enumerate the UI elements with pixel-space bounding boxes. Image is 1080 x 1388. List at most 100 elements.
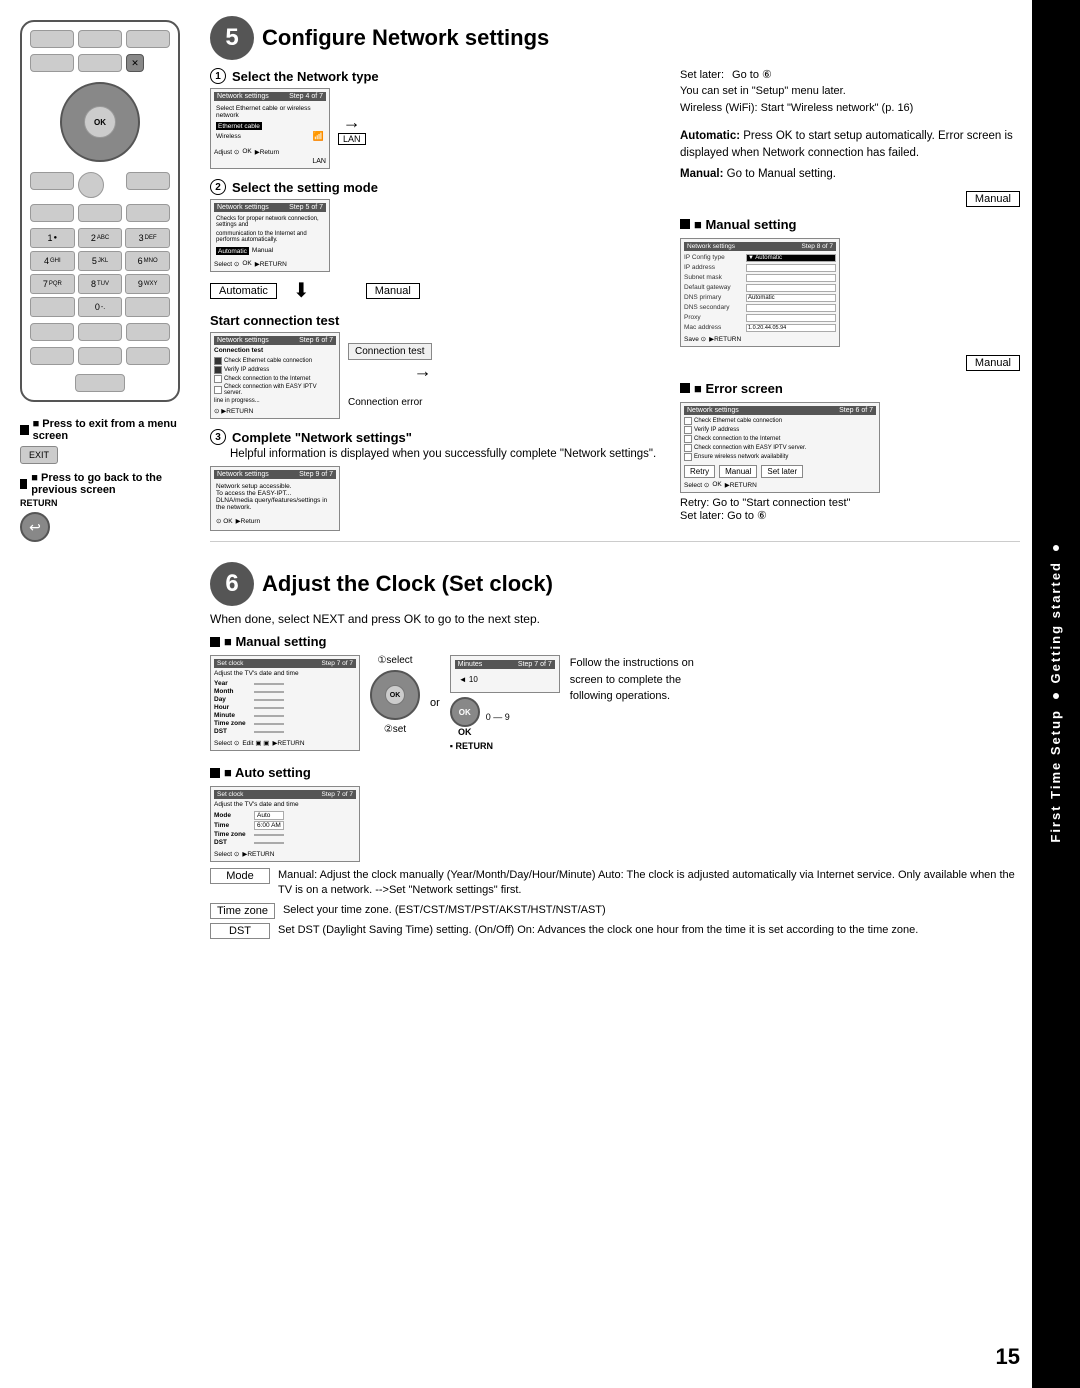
page-number: 15 [996, 1344, 1020, 1370]
test-check-2-label: Verify IP address [224, 367, 269, 373]
remote-return-btn[interactable] [78, 172, 104, 198]
complete-screen-wrap: Network settings Step 9 of 7 Network set… [210, 466, 666, 531]
test-return: ⊙ ▶RETURN [214, 407, 253, 415]
clock-desc: When done, select NEXT and press OK to g… [210, 612, 1020, 626]
remote-btn-1[interactable] [30, 30, 74, 48]
net-type-footer-ok: OK [242, 148, 251, 156]
exit-block: ■ Press to exit from a menu screen EXIT … [20, 418, 190, 542]
remote-b5[interactable] [78, 347, 122, 365]
exit-button[interactable]: EXIT [20, 446, 58, 464]
retry-btn[interactable]: Retry [684, 465, 715, 478]
clock-screen: Set clock Step 7 of 7 Adjust the TV's da… [210, 655, 360, 751]
clock-screen-header: Set clock Step 7 of 7 [214, 659, 356, 668]
fval-mac: 1.0.20.44.05.94 [746, 324, 836, 332]
num-blank-left[interactable] [30, 297, 75, 317]
remote-b3[interactable] [126, 323, 170, 341]
remote-b1[interactable] [30, 323, 74, 341]
num-5[interactable]: 5JKL [78, 251, 123, 271]
return-label: RETURN [20, 498, 190, 508]
manual-top-label: Manual [680, 191, 1020, 207]
remote-b6[interactable] [126, 347, 170, 365]
info-row-mode: Mode Manual: Adjust the clock manually (… [210, 868, 1020, 899]
check-icon-3 [214, 375, 222, 383]
fkey-1: IP Config type [684, 254, 744, 262]
remote-btn-4[interactable] [30, 54, 74, 72]
num-9[interactable]: 9WXY [125, 274, 170, 294]
remote-r3b2[interactable] [78, 204, 122, 222]
manual-error-label: Manual [680, 355, 1020, 371]
auto-header: Set clock Step 7 of 7 [214, 790, 356, 799]
remote-mid-row1 [30, 172, 170, 198]
auto-select: Select ⊙ [214, 850, 239, 858]
clock-year-row: Year [214, 680, 356, 687]
fkey-3: Subnet mask [684, 274, 744, 282]
remote-b2[interactable] [78, 323, 122, 341]
step5-right: Set later: Go to ⑥ You can set in "Setup… [680, 68, 1020, 522]
error-buttons-row: Retry Manual Set later [684, 465, 876, 478]
manual-btn[interactable]: Manual [719, 465, 757, 478]
clock-day-lbl: Day [214, 696, 252, 703]
mode-header: Network settings Step 5 of 7 [214, 203, 326, 212]
complete-ok: ⊙ OK [216, 517, 233, 525]
remote-mid-btn-1[interactable] [30, 172, 74, 190]
num-8[interactable]: 8TUV [78, 274, 123, 294]
remote-btn-3[interactable] [126, 30, 170, 48]
sub2-title: Select the setting mode [232, 180, 378, 195]
mode-flow: Automatic ⬇ Manual [210, 278, 666, 303]
clock-manual-layout: Set clock Step 7 of 7 Adjust the TV's da… [210, 655, 1020, 751]
remote-r3b1[interactable] [30, 204, 74, 222]
manual-err-mode-label: Manual [966, 355, 1020, 371]
exit-title: ■ Press to exit from a menu screen [33, 418, 190, 442]
info-key-dst: DST [210, 923, 270, 939]
num-7[interactable]: 7PQR [30, 274, 75, 294]
mode-footer: Select ⊙ OK ▶RETURN [214, 260, 326, 268]
clock-month-val [254, 691, 284, 693]
set-label: ②set [384, 724, 406, 735]
manual-label-right: Manual [366, 282, 420, 299]
remote-x-button[interactable]: ✕ [126, 54, 144, 72]
remote-r3b3[interactable] [126, 204, 170, 222]
configure-main-title: Configure Network settings [262, 25, 549, 51]
info-val-tz: Select your time zone. (EST/CST/MST/PST/… [283, 903, 1020, 918]
num-4[interactable]: 4GHI [30, 251, 75, 271]
fkey-6: DNS secondary [684, 304, 744, 312]
manual-setting-block: ■ Manual setting Network settings Step 8… [680, 217, 1020, 347]
num-1[interactable]: 1● [30, 228, 75, 248]
sub3-content: Network settings Step 6 of 7 Connection … [210, 332, 666, 419]
field-row-4: Default gateway [684, 284, 836, 292]
complete-header: Network settings Step 9 of 7 [214, 470, 336, 479]
remote-mid-btn-2[interactable] [126, 172, 170, 190]
num-2[interactable]: 2ABC [78, 228, 123, 248]
remote-btn-2[interactable] [78, 30, 122, 48]
follow-text: Follow the instructions on screen to com… [570, 655, 710, 705]
nav-ring[interactable]: OK [60, 82, 140, 162]
mf-save: Save ⊙ [684, 335, 706, 343]
info-row-tz: Time zone Select your time zone. (EST/CS… [210, 903, 1020, 919]
manual-setting-header: ■ Manual setting [680, 217, 1020, 232]
nav-ok-button[interactable]: OK [84, 106, 116, 138]
auto-dst-row: DST [214, 839, 356, 846]
num-6[interactable]: 6MNO [125, 251, 170, 271]
sub2-content: Network settings Step 5 of 7 Checks for … [210, 199, 666, 272]
remote-b4[interactable] [30, 347, 74, 365]
remote-bottom-single[interactable] [75, 374, 125, 392]
auto-subtitle: Adjust the TV's date and time [214, 801, 356, 808]
remote-btn-5[interactable] [78, 54, 122, 72]
min-header: Minutes Step 7 of 7 [455, 660, 555, 669]
left-panel: ✕ OK 1● 2ABC [0, 0, 200, 959]
set-later-btn[interactable]: Set later [761, 465, 803, 478]
num-0[interactable]: 0-. [78, 297, 123, 317]
clock-month-lbl: Month [214, 688, 252, 695]
info-table: Mode Manual: Adjust the clock manually (… [210, 868, 1020, 939]
auto-return: ▶RETURN [242, 850, 274, 858]
fval-5: Automatic [746, 294, 836, 302]
mode-desc2: communication to the Internet and perfor… [216, 231, 324, 243]
fval-4 [746, 284, 836, 292]
info-key-tz: Time zone [210, 903, 275, 919]
err-chk-2 [684, 426, 692, 434]
num-blank-right[interactable] [125, 297, 170, 317]
auto-time-val: 6:00 AM [254, 821, 284, 830]
num-3[interactable]: 3DEF [125, 228, 170, 248]
clock-dst-val [254, 731, 284, 733]
auto-option: Automatic [216, 247, 249, 255]
